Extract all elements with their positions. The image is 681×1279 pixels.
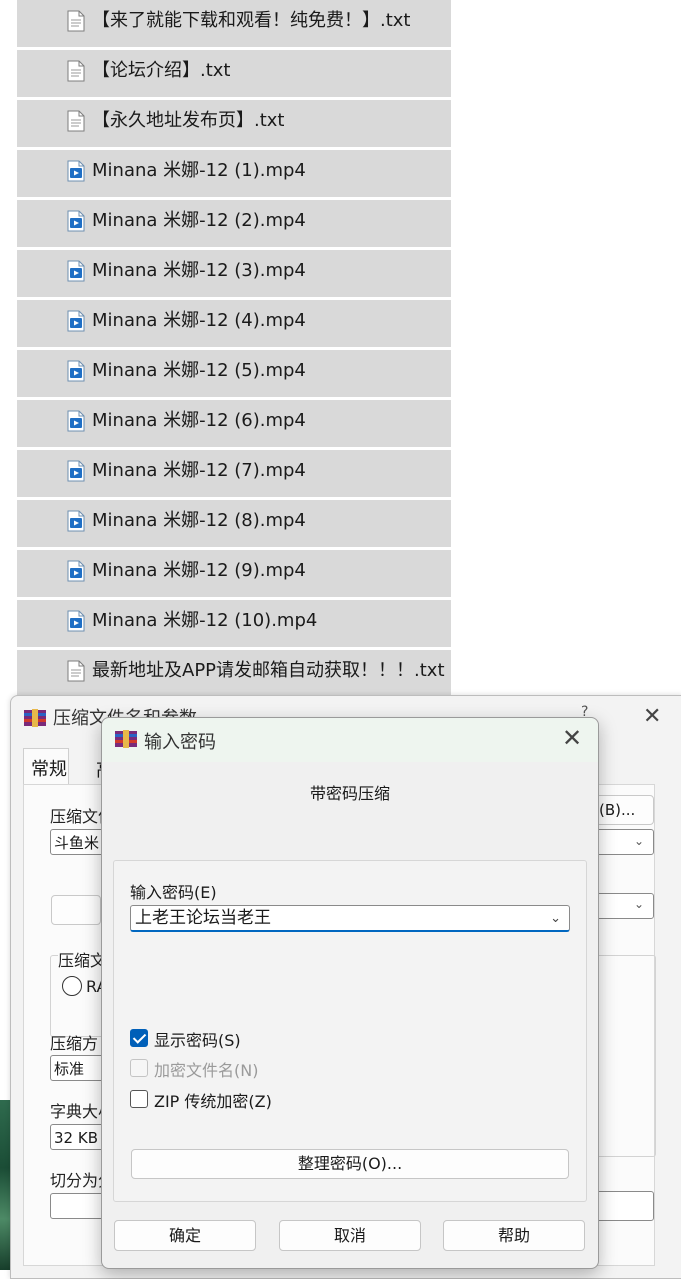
dialog-title: 输入密码 <box>144 732 216 753</box>
video-file-icon <box>67 260 85 282</box>
ok-button[interactable]: 确定 <box>114 1220 256 1251</box>
file-name: Minana 米娜-12 (4).mp4 <box>92 310 306 331</box>
file-row[interactable]: Minana 米娜-12 (6).mp4 <box>17 400 451 447</box>
file-name: Minana 米娜-12 (6).mp4 <box>92 410 306 431</box>
help-button[interactable]: 帮助 <box>443 1220 585 1251</box>
password-label: 输入密码(E) <box>130 883 217 902</box>
update-mode-select[interactable] <box>594 893 654 919</box>
radio-rar[interactable] <box>62 976 82 996</box>
video-file-icon <box>67 610 85 632</box>
dict-size-value: 32 KB <box>54 1129 98 1147</box>
file-name: Minana 米娜-12 (2).mp4 <box>92 210 306 231</box>
file-name: Minana 米娜-12 (9).mp4 <box>92 560 306 581</box>
file-name: Minana 米娜-12 (5).mp4 <box>92 360 306 381</box>
file-row[interactable]: 最新地址及APP请发邮箱自动获取！！！.txt <box>17 650 451 697</box>
checkbox-checked-icon[interactable] <box>130 1029 148 1047</box>
show-password-label: 显示密码(S) <box>154 1031 241 1050</box>
zip-legacy-label: ZIP 传统加密(Z) <box>154 1092 272 1111</box>
archive-name-value: 斗鱼米 <box>54 834 100 852</box>
file-row[interactable]: Minana 米娜-12 (9).mp4 <box>17 550 451 597</box>
method-value: 标准 <box>54 1060 85 1078</box>
close-icon[interactable]: ✕ <box>643 704 661 729</box>
file-name: Minana 米娜-12 (8).mp4 <box>92 510 306 531</box>
file-name: 【永久地址发布页】.txt <box>92 110 285 131</box>
checkbox-disabled-icon <box>130 1059 148 1077</box>
text-file-icon <box>67 660 85 682</box>
dialog-heading: 带密码压缩 <box>309 784 390 803</box>
chevron-down-icon[interactable]: ⌄ <box>550 906 561 931</box>
video-file-icon <box>67 560 85 582</box>
winrar-icon <box>115 730 137 748</box>
video-file-icon <box>67 160 85 182</box>
file-row[interactable]: Minana 米娜-12 (5).mp4 <box>17 350 451 397</box>
video-file-icon <box>67 360 85 382</box>
file-name: Minana 米娜-12 (3).mp4 <box>92 260 306 281</box>
text-file-icon <box>67 110 85 132</box>
encrypt-filenames-label: 加密文件名(N) <box>154 1061 259 1080</box>
password-group: 输入密码(E) 上老王论坛当老王 ⌄ 显示密码(S) 加密文件名(N) ZIP … <box>113 860 587 1202</box>
file-row[interactable]: Minana 米娜-12 (3).mp4 <box>17 250 451 297</box>
chevron-down-icon[interactable]: ⌄ <box>634 897 644 911</box>
split-unit-select[interactable] <box>594 1191 654 1221</box>
password-input[interactable]: 上老王论坛当老王 ⌄ <box>130 905 570 932</box>
file-row[interactable]: Minana 米娜-12 (10).mp4 <box>17 600 451 647</box>
organize-passwords-button[interactable]: 整理密码(O)... <box>131 1149 569 1179</box>
file-row[interactable]: Minana 米娜-12 (4).mp4 <box>17 300 451 347</box>
profiles-button[interactable] <box>51 895 101 925</box>
video-file-icon <box>67 460 85 482</box>
video-file-icon <box>67 210 85 232</box>
checkbox-unchecked-icon[interactable] <box>130 1090 148 1108</box>
method-label: 压缩方 <box>50 1034 99 1053</box>
text-file-icon <box>67 60 85 82</box>
file-row[interactable]: Minana 米娜-12 (7).mp4 <box>17 450 451 497</box>
file-name: Minana 米娜-12 (1).mp4 <box>92 160 306 181</box>
cancel-button[interactable]: 取消 <box>279 1220 421 1251</box>
file-name: Minana 米娜-12 (7).mp4 <box>92 460 306 481</box>
file-row[interactable]: 【来了就能下载和观看！纯免费！】.txt <box>17 0 451 47</box>
file-row[interactable]: 【论坛介绍】.txt <box>17 50 451 97</box>
close-icon[interactable]: ✕ <box>562 724 582 752</box>
password-value: 上老王论坛当老王 <box>135 908 271 928</box>
file-row[interactable]: Minana 米娜-12 (1).mp4 <box>17 150 451 197</box>
file-name: 【论坛介绍】.txt <box>92 60 231 81</box>
file-row[interactable]: Minana 米娜-12 (8).mp4 <box>17 500 451 547</box>
file-name: Minana 米娜-12 (10).mp4 <box>92 610 318 631</box>
tab-general[interactable]: 常规 <box>23 748 69 786</box>
title-bar: 输入密码 ✕ <box>102 718 598 762</box>
file-name: 【来了就能下载和观看！纯免费！】.txt <box>92 10 411 31</box>
file-row[interactable]: 【永久地址发布页】.txt <box>17 100 451 147</box>
chevron-down-icon[interactable]: ⌄ <box>634 834 644 848</box>
file-name: 最新地址及APP请发邮箱自动获取！！！.txt <box>92 660 445 681</box>
video-file-icon <box>67 410 85 432</box>
password-dialog: 输入密码 ✕ 带密码压缩 输入密码(E) 上老王论坛当老王 ⌄ 显示密码(S) … <box>101 717 599 1269</box>
video-file-icon <box>67 310 85 332</box>
file-row[interactable]: Minana 米娜-12 (2).mp4 <box>17 200 451 247</box>
file-list: 【来了就能下载和观看！纯免费！】.txt 【论坛介绍】.txt 【永久地址发布页】.… <box>17 0 451 700</box>
winrar-icon <box>24 709 46 727</box>
video-file-icon <box>67 510 85 532</box>
text-file-icon <box>67 10 85 32</box>
